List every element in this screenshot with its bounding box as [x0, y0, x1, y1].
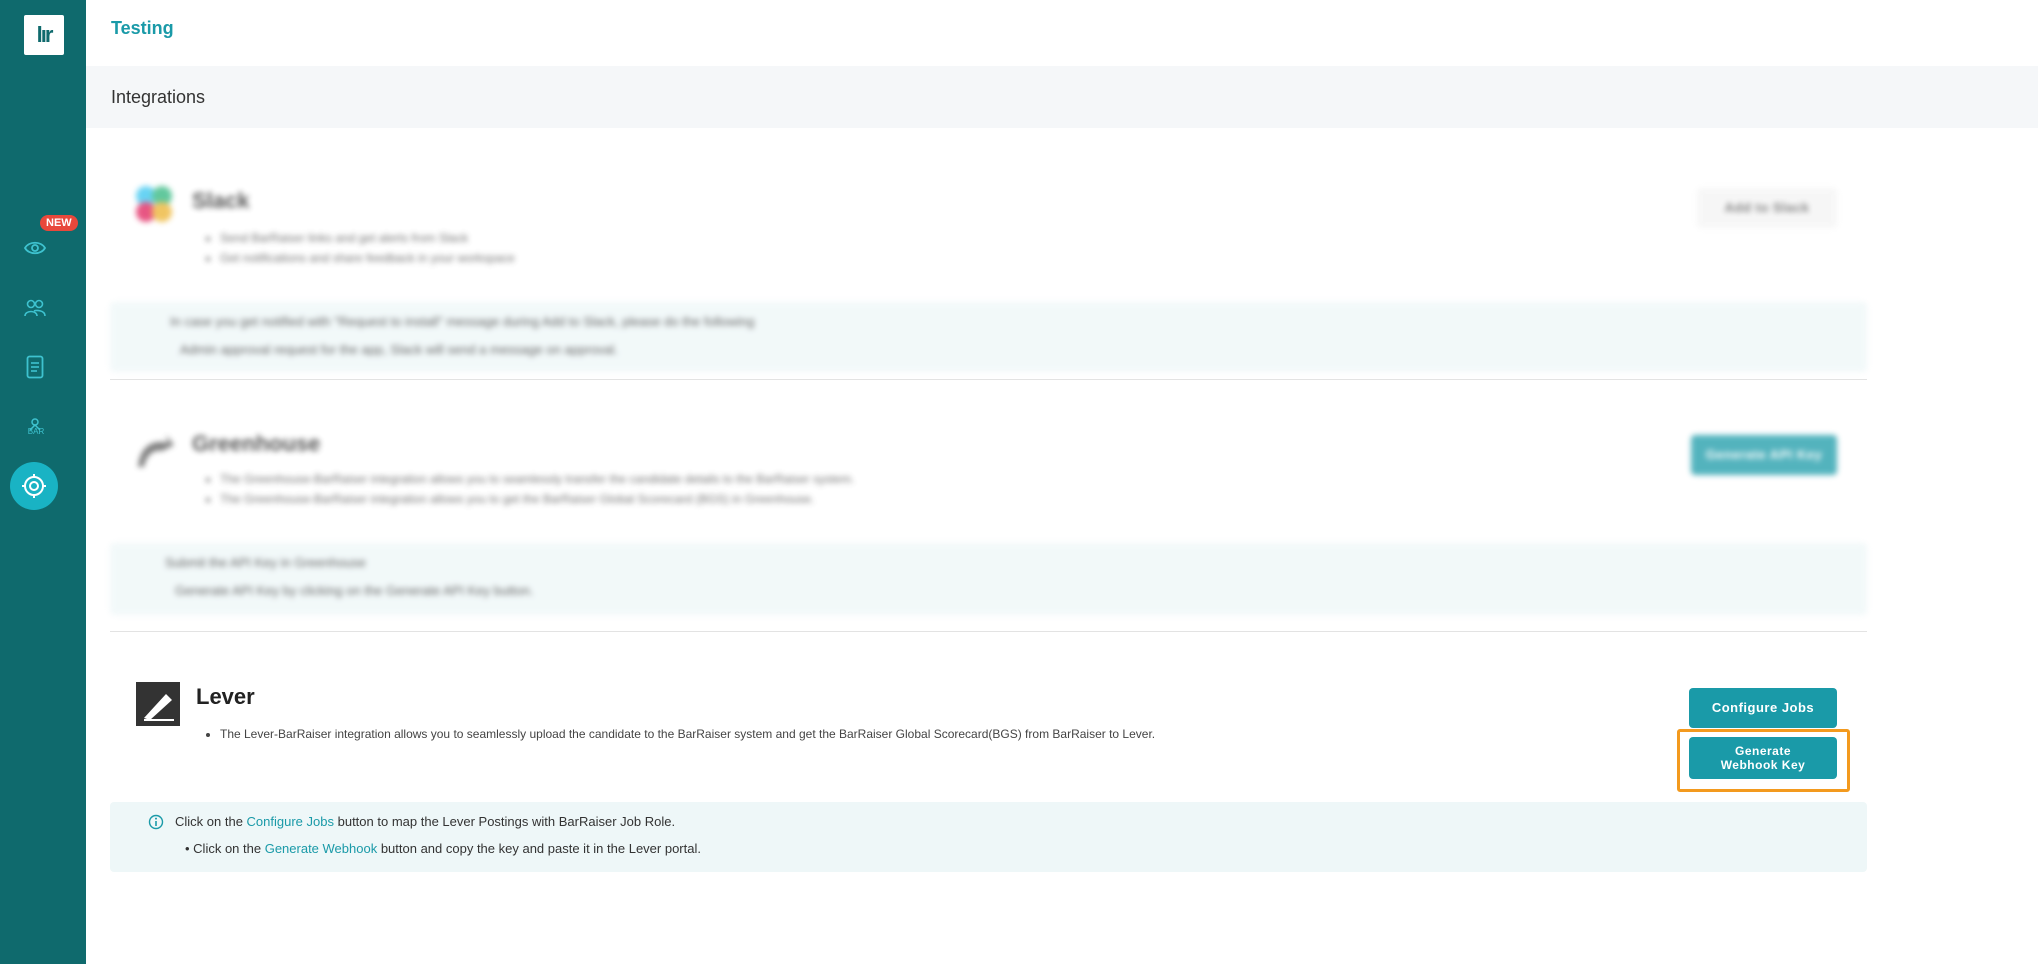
- sidebar: lır NEW BAR: [0, 0, 86, 964]
- info-text: • Click on the: [185, 841, 265, 856]
- greenhouse-info-box: Submit the API Key in Greenhouse Generat…: [110, 543, 1867, 615]
- generate-webhook-link[interactable]: Generate Webhook: [265, 841, 378, 856]
- greenhouse-bullet: The Greenhouse-BarRaiser integration all…: [220, 489, 854, 509]
- info-icon: [148, 814, 164, 835]
- slack-bullet: Get notifications and share feedback in …: [220, 248, 515, 268]
- lever-card: Lever The Lever-BarRaiser integration al…: [110, 660, 1867, 875]
- greenhouse-logo-icon: [132, 427, 176, 471]
- slack-info-box: In case you get notified with "Request t…: [110, 302, 1867, 372]
- bar-label: BAR: [27, 427, 45, 436]
- divider: [110, 379, 1867, 380]
- integrations-nav-icon[interactable]: [10, 462, 58, 510]
- generate-api-key-button[interactable]: Generate API Key: [1691, 435, 1837, 475]
- info-text: button to map the Lever Postings with Ba…: [334, 814, 676, 829]
- page-title: Testing: [111, 18, 174, 38]
- configure-jobs-link[interactable]: Configure Jobs: [247, 814, 334, 829]
- lever-title: Lever: [196, 684, 255, 709]
- greenhouse-title: Greenhouse: [192, 431, 321, 456]
- highlight-box: [1677, 729, 1850, 792]
- slack-card: Slack Send BarRaiser links and get alert…: [110, 160, 1867, 380]
- document-icon[interactable]: [21, 353, 49, 381]
- info-text: button and copy the key and paste it in …: [377, 841, 701, 856]
- slack-bullet: Send BarRaiser links and get alerts from…: [220, 228, 515, 248]
- info-text: Click on the: [175, 814, 247, 829]
- top-bar: Testing: [86, 0, 2038, 66]
- slack-info-line: In case you get notified with "Request t…: [170, 314, 755, 329]
- slack-info-line: Admin approval request for the app, Slac…: [180, 342, 618, 357]
- greenhouse-card: Greenhouse The Greenhouse-BarRaiser inte…: [110, 405, 1867, 620]
- add-to-slack-button[interactable]: Add to Slack: [1697, 188, 1837, 228]
- app-logo[interactable]: lır: [24, 15, 64, 55]
- configure-jobs-button[interactable]: Configure Jobs: [1689, 688, 1837, 728]
- divider: [110, 631, 1867, 632]
- lever-info-line-1: Click on the Configure Jobs button to ma…: [175, 814, 675, 829]
- lever-info-box: Click on the Configure Jobs button to ma…: [110, 802, 1867, 872]
- slack-title: Slack: [192, 188, 250, 213]
- eye-icon[interactable]: [21, 234, 49, 262]
- lever-info-line-2: • Click on the Generate Webhook button a…: [185, 841, 701, 856]
- lever-logo-icon: [136, 682, 180, 726]
- greenhouse-bullet: The Greenhouse-BarRaiser integration all…: [220, 469, 854, 489]
- users-icon[interactable]: [21, 294, 49, 322]
- section-header: Integrations: [86, 66, 2038, 128]
- greenhouse-info-line: Submit the API Key in Greenhouse: [165, 555, 366, 570]
- slack-logo-icon: [132, 182, 176, 226]
- logo-text: lır: [36, 22, 54, 47]
- greenhouse-info-line: Generate API Key by clicking on the Gene…: [175, 583, 534, 598]
- lever-bullet: The Lever-BarRaiser integration allows y…: [220, 724, 1155, 744]
- new-badge: NEW: [40, 215, 78, 231]
- section-title: Integrations: [111, 87, 206, 107]
